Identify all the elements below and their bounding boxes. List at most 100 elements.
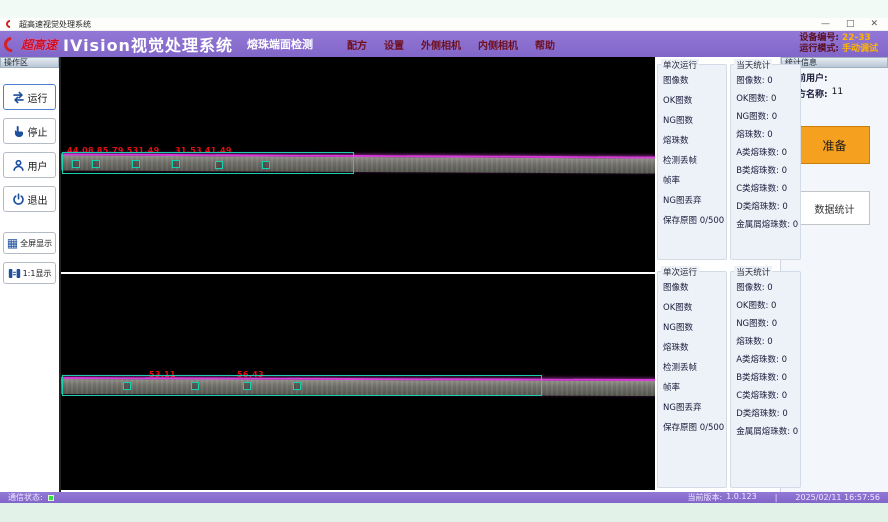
stat-row: D类熔珠数: 0 xyxy=(736,407,798,419)
stat-row: 熔珠数 xyxy=(663,341,724,353)
stat-row: D类熔珠数: 0 xyxy=(736,200,798,212)
stat-row: 熔珠数: 0 xyxy=(736,335,798,347)
operation-sidebar: 操作区 运行 停止 xyxy=(0,57,61,492)
stat-row: 熔珠数 xyxy=(663,134,724,146)
roi-chip xyxy=(243,382,251,390)
stat-row: NG图数 xyxy=(663,114,724,126)
stop-button[interactable]: 停止 xyxy=(3,118,56,144)
version-label: 当前版本: xyxy=(687,492,722,503)
roi-chip xyxy=(215,161,223,169)
stats-section-bottom: 单次运行 图像数 OK图数 NG图数 熔珠数 检测丢帧 帧率 NG图丢弃 保存原… xyxy=(655,264,780,492)
run-button-label: 运行 xyxy=(28,90,48,105)
recipe-name-value: 11 xyxy=(832,87,843,100)
stat-row: B类熔珠数: 0 xyxy=(736,371,798,383)
daily-stats-groupbox: 当天统计 图像数: 0 OK图数: 0 NG图数: 0 熔珠数: 0 A类熔珠数… xyxy=(730,64,801,260)
comm-status-label: 通信状态: xyxy=(8,492,43,503)
stat-row: A类熔珠数: 0 xyxy=(736,146,798,158)
single-run-groupbox: 单次运行 图像数 OK图数 NG图数 熔珠数 检测丢帧 帧率 NG图丢弃 保存原… xyxy=(657,271,727,488)
stat-row: 帧率 xyxy=(663,381,724,393)
stat-row: 保存原图 0/500 xyxy=(663,421,724,433)
roi-chip xyxy=(72,160,80,168)
stat-row: 熔珠数: 0 xyxy=(736,128,798,140)
stats-section-top: 单次运行 图像数 OK图数 NG图数 熔珠数 检测丢帧 帧率 NG图丢弃 保存原… xyxy=(655,57,780,264)
roi-chip xyxy=(262,161,270,169)
camera-viewport-bottom[interactable]: 53.11 56.43 xyxy=(61,274,655,490)
comm-status-indicator xyxy=(48,495,54,501)
statistics-column: 单次运行 图像数 OK图数 NG图数 熔珠数 检测丢帧 帧率 NG图丢弃 保存原… xyxy=(655,57,780,492)
stat-row: NG图数 xyxy=(663,321,724,333)
hand-click-icon xyxy=(12,125,25,138)
stat-row: 图像数 xyxy=(663,281,724,293)
daily-stats-groupbox: 当天统计 图像数: 0 OK图数: 0 NG图数: 0 熔珠数: 0 A类熔珠数… xyxy=(730,271,801,488)
menu-item-settings[interactable]: 设置 xyxy=(384,37,404,52)
daily-stats-title: 当天统计 xyxy=(734,266,772,278)
prepare-button[interactable]: 准备 xyxy=(800,126,870,164)
stop-button-label: 停止 xyxy=(28,124,48,139)
roi-chip xyxy=(92,160,100,168)
sidebar-title: 操作区 xyxy=(0,57,59,68)
device-number-label: 设备编号: xyxy=(799,33,839,43)
datetime: 2025/02/11 16:57:56 xyxy=(795,493,880,502)
titlebar: 超高速视觉处理系统 — □ ✕ xyxy=(0,18,888,31)
stat-row: A类熔珠数: 0 xyxy=(736,353,798,365)
maximize-button[interactable]: □ xyxy=(846,19,855,30)
stat-row: 保存原图 0/500 xyxy=(663,214,724,226)
stat-row: B类熔珠数: 0 xyxy=(736,164,798,176)
user-button[interactable]: 用户 xyxy=(3,152,56,178)
run-button[interactable]: 运行 xyxy=(3,84,56,110)
stat-row: 金属屑熔珠数: 0 xyxy=(736,425,798,437)
stat-row: 帧率 xyxy=(663,174,724,186)
menu-bar: 配方 设置 外侧相机 内侧相机 帮助 xyxy=(347,37,555,52)
stat-row: 金属屑熔珠数: 0 xyxy=(736,218,798,230)
desktop: 超高速视觉处理系统 — □ ✕ 超高速 IVision视觉处理系统 熔珠端面检测… xyxy=(0,0,888,522)
menu-item-recipe[interactable]: 配方 xyxy=(347,37,367,52)
stat-row: OK图数: 0 xyxy=(736,299,798,311)
single-run-groupbox: 单次运行 图像数 OK图数 NG图数 熔珠数 检测丢帧 帧率 NG图丢弃 保存原… xyxy=(657,64,727,260)
window-title: 超高速视觉处理系统 xyxy=(19,19,91,30)
run-mode-value: 手动调试 xyxy=(842,44,878,54)
version-value: 1.0.123 xyxy=(726,492,757,503)
fullscreen-button-label: 全屏显示 xyxy=(20,238,52,249)
menu-item-inner-camera[interactable]: 内侧相机 xyxy=(478,37,518,52)
stat-row: NG图数: 0 xyxy=(736,110,798,122)
brand-swoosh-icon xyxy=(1,33,22,54)
stat-row: OK图数 xyxy=(663,301,724,313)
status-bar: 通信状态: 当前版本: 1.0.123 | 2025/02/11 16:57:5… xyxy=(0,492,888,503)
daily-stats-title: 当天统计 xyxy=(734,59,772,71)
roi-chip xyxy=(123,382,131,390)
menu-item-help[interactable]: 帮助 xyxy=(535,37,555,52)
stat-row: NG图丢弃 xyxy=(663,401,724,413)
device-info: 设备编号:22-33 运行模式:手动调试 xyxy=(799,33,878,55)
status-right: 当前版本: 1.0.123 | 2025/02/11 16:57:56 xyxy=(687,492,880,503)
stat-row: 图像数 xyxy=(663,74,724,86)
user-icon xyxy=(12,159,25,172)
sidebar-buttons: 运行 停止 用户 xyxy=(0,68,59,284)
stat-row: NG图丢弃 xyxy=(663,194,724,206)
data-statistics-button[interactable]: 数据统计 xyxy=(800,191,870,225)
run-mode-label: 运行模式: xyxy=(799,44,839,54)
main-area: 操作区 运行 停止 xyxy=(0,57,888,492)
window-controls: — □ ✕ xyxy=(821,19,882,30)
stat-row: C类熔珠数: 0 xyxy=(736,389,798,401)
sync-arrows-icon xyxy=(12,91,25,104)
menu-item-outer-camera[interactable]: 外侧相机 xyxy=(421,37,461,52)
close-button[interactable]: ✕ xyxy=(870,19,878,30)
camera-viewport-top[interactable]: 44.08 85.79 531.49 31.53 41.49 xyxy=(61,57,655,272)
status-separator: | xyxy=(775,493,778,502)
header: 超高速 IVision视觉处理系统 熔珠端面检测 配方 设置 外侧相机 内侧相机… xyxy=(0,31,888,57)
fullscreen-button[interactable]: ▦ 全屏显示 xyxy=(3,232,56,254)
app-subtitle: 熔珠端面检测 xyxy=(247,36,313,52)
single-run-title: 单次运行 xyxy=(661,266,699,278)
exit-button[interactable]: 退出 xyxy=(3,186,56,212)
roi-chip xyxy=(191,382,199,390)
one-to-one-button[interactable]: 1:1显示 xyxy=(3,262,56,284)
minimize-button[interactable]: — xyxy=(821,19,830,30)
dither-square-icon: ▦ xyxy=(7,237,18,249)
single-run-title: 单次运行 xyxy=(661,59,699,71)
stat-row: 图像数: 0 xyxy=(736,281,798,293)
one-to-one-icon xyxy=(8,267,21,280)
app-logo-icon xyxy=(4,18,15,29)
one-to-one-button-label: 1:1显示 xyxy=(23,268,52,279)
device-number-value: 22-33 xyxy=(842,33,871,43)
stat-row: 图像数: 0 xyxy=(736,74,798,86)
